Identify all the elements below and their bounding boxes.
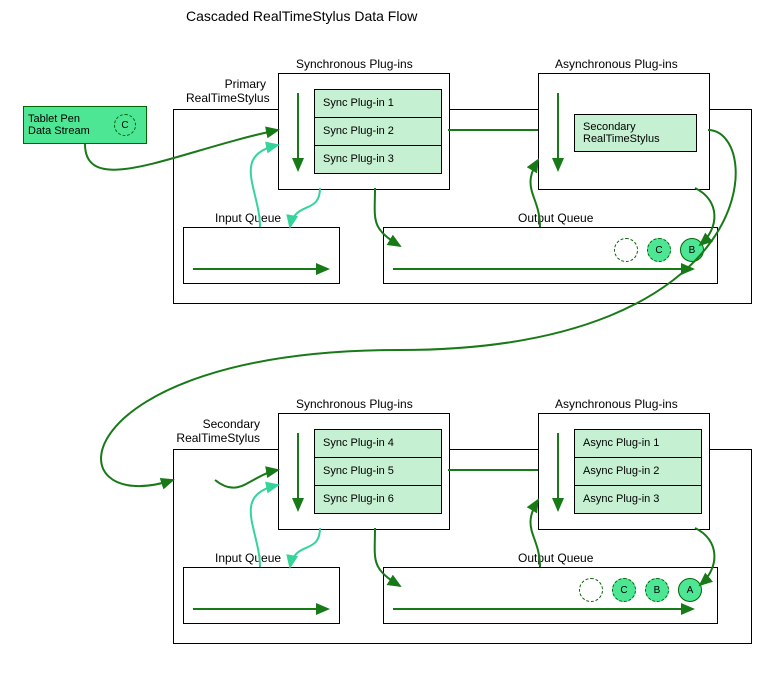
secondary-async-plugins-box: Async Plug-in 1 Async Plug-in 2 Async Pl… (538, 413, 710, 530)
secondary-input-queue-label: Input Queue (215, 551, 281, 565)
tablet-pen-box: Tablet Pen Data Stream C (23, 106, 147, 144)
secondary-output-token-c: C (612, 578, 636, 602)
secondary-sync-plugins-box: Sync Plug-in 4 Sync Plug-in 5 Sync Plug-… (278, 413, 450, 530)
tablet-pen-token-letter: C (121, 120, 128, 131)
secondary-output-queue-label: Output Queue (518, 551, 593, 565)
secondary-async-plugin-1: Async Plug-in 1 (575, 430, 701, 458)
primary-output-token-b: B (680, 238, 704, 262)
diagram-canvas: Cascaded RealTimeStylus Data Flow Tablet… (0, 0, 771, 680)
primary-sync-heading: Synchronous Plug-ins (296, 57, 413, 71)
secondary-async-plugin-3: Async Plug-in 3 (575, 486, 701, 513)
primary-output-token-b-letter: B (689, 245, 696, 256)
secondary-sync-plugin-6: Sync Plug-in 6 (315, 486, 441, 513)
secondary-input-queue-box (183, 567, 340, 624)
primary-sync-plugin-1: Sync Plug-in 1 (315, 90, 441, 118)
primary-output-queue-box: C B (383, 227, 718, 284)
primary-async-plugins-box: Secondary RealTimeStylus (538, 73, 710, 190)
secondary-output-queue-box: C B A (383, 567, 718, 624)
primary-output-token-c: C (647, 238, 671, 262)
primary-label: Primary RealTimeStylus (186, 77, 266, 105)
primary-async-secondary-rts: Secondary RealTimeStylus (574, 114, 697, 152)
secondary-sync-plugin-5: Sync Plug-in 5 (315, 458, 441, 486)
secondary-async-heading: Asynchronous Plug-ins (555, 397, 678, 411)
primary-input-queue-label: Input Queue (215, 211, 281, 225)
secondary-output-token-empty (579, 578, 603, 602)
secondary-async-plugin-stack: Async Plug-in 1 Async Plug-in 2 Async Pl… (574, 429, 702, 514)
secondary-sync-heading: Synchronous Plug-ins (296, 397, 413, 411)
primary-sync-plugins-box: Sync Plug-in 1 Sync Plug-in 2 Sync Plug-… (278, 73, 450, 190)
secondary-async-plugin-2: Async Plug-in 2 (575, 458, 701, 486)
diagram-title: Cascaded RealTimeStylus Data Flow (186, 8, 417, 24)
primary-output-token-empty (614, 238, 638, 262)
primary-sync-plugin-2: Sync Plug-in 2 (315, 118, 441, 146)
secondary-sync-plugin-stack: Sync Plug-in 4 Sync Plug-in 5 Sync Plug-… (314, 429, 442, 514)
secondary-output-token-a: A (678, 578, 702, 602)
tablet-pen-token: C (114, 114, 136, 136)
secondary-output-token-b-letter: B (654, 585, 661, 596)
primary-sync-plugin-3: Sync Plug-in 3 (315, 146, 441, 173)
secondary-output-token-b: B (645, 578, 669, 602)
primary-output-queue-label: Output Queue (518, 211, 593, 225)
secondary-sync-plugin-4: Sync Plug-in 4 (315, 430, 441, 458)
secondary-output-token-a-letter: A (687, 585, 694, 596)
primary-input-queue-box (183, 227, 340, 284)
primary-async-heading: Asynchronous Plug-ins (555, 57, 678, 71)
secondary-output-token-c-letter: C (620, 585, 627, 596)
tablet-pen-label: Tablet Pen Data Stream (28, 113, 90, 137)
primary-output-token-c-letter: C (655, 245, 662, 256)
primary-sync-plugin-stack: Sync Plug-in 1 Sync Plug-in 2 Sync Plug-… (314, 89, 442, 174)
secondary-label: Secondary RealTimeStylus (175, 417, 260, 445)
